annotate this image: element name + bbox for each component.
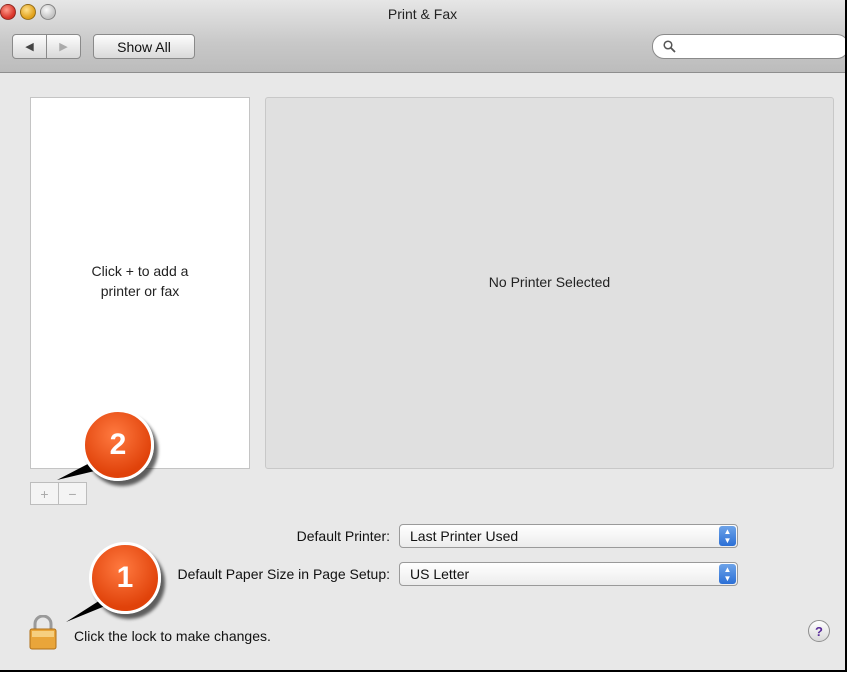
- search-icon: [663, 40, 676, 53]
- help-button[interactable]: ?: [808, 620, 830, 642]
- default-printer-popup[interactable]: Last Printer Used ▲ ▼: [399, 524, 738, 548]
- printer-detail-pane: No Printer Selected: [265, 97, 834, 469]
- lock-icon[interactable]: [28, 615, 58, 651]
- printer-list-hint: Click + to add a printer or fax: [31, 261, 249, 301]
- show-all-button[interactable]: Show All: [93, 34, 195, 59]
- lock-message: Click the lock to make changes.: [74, 628, 271, 644]
- forward-button[interactable]: ▶: [46, 35, 80, 58]
- printer-list[interactable]: Click + to add a printer or fax: [30, 97, 250, 469]
- toolbar: Print & Fax ◀ ▶ Show All: [0, 0, 845, 73]
- nav-buttons: ◀ ▶: [12, 34, 81, 59]
- no-printer-selected-text: No Printer Selected: [488, 274, 611, 290]
- popup-arrows-icon: ▲ ▼: [719, 526, 736, 546]
- hint-line-2: printer or fax: [100, 283, 180, 299]
- default-printer-label: Default Printer:: [296, 528, 390, 544]
- callout-badge-2: 2: [82, 409, 154, 481]
- add-printer-button[interactable]: +: [31, 483, 58, 504]
- callout-badge-1: 1: [89, 542, 161, 614]
- window-title: Print & Fax: [387, 6, 458, 22]
- search-input[interactable]: [652, 34, 845, 59]
- popup-arrows-icon: ▲ ▼: [719, 564, 736, 584]
- hint-line-1: Click + to add a: [91, 263, 189, 279]
- back-button[interactable]: ◀: [13, 35, 46, 58]
- paper-size-value: US Letter: [410, 566, 470, 582]
- default-printer-value: Last Printer Used: [410, 528, 519, 544]
- paper-size-popup[interactable]: US Letter ▲ ▼: [399, 562, 738, 586]
